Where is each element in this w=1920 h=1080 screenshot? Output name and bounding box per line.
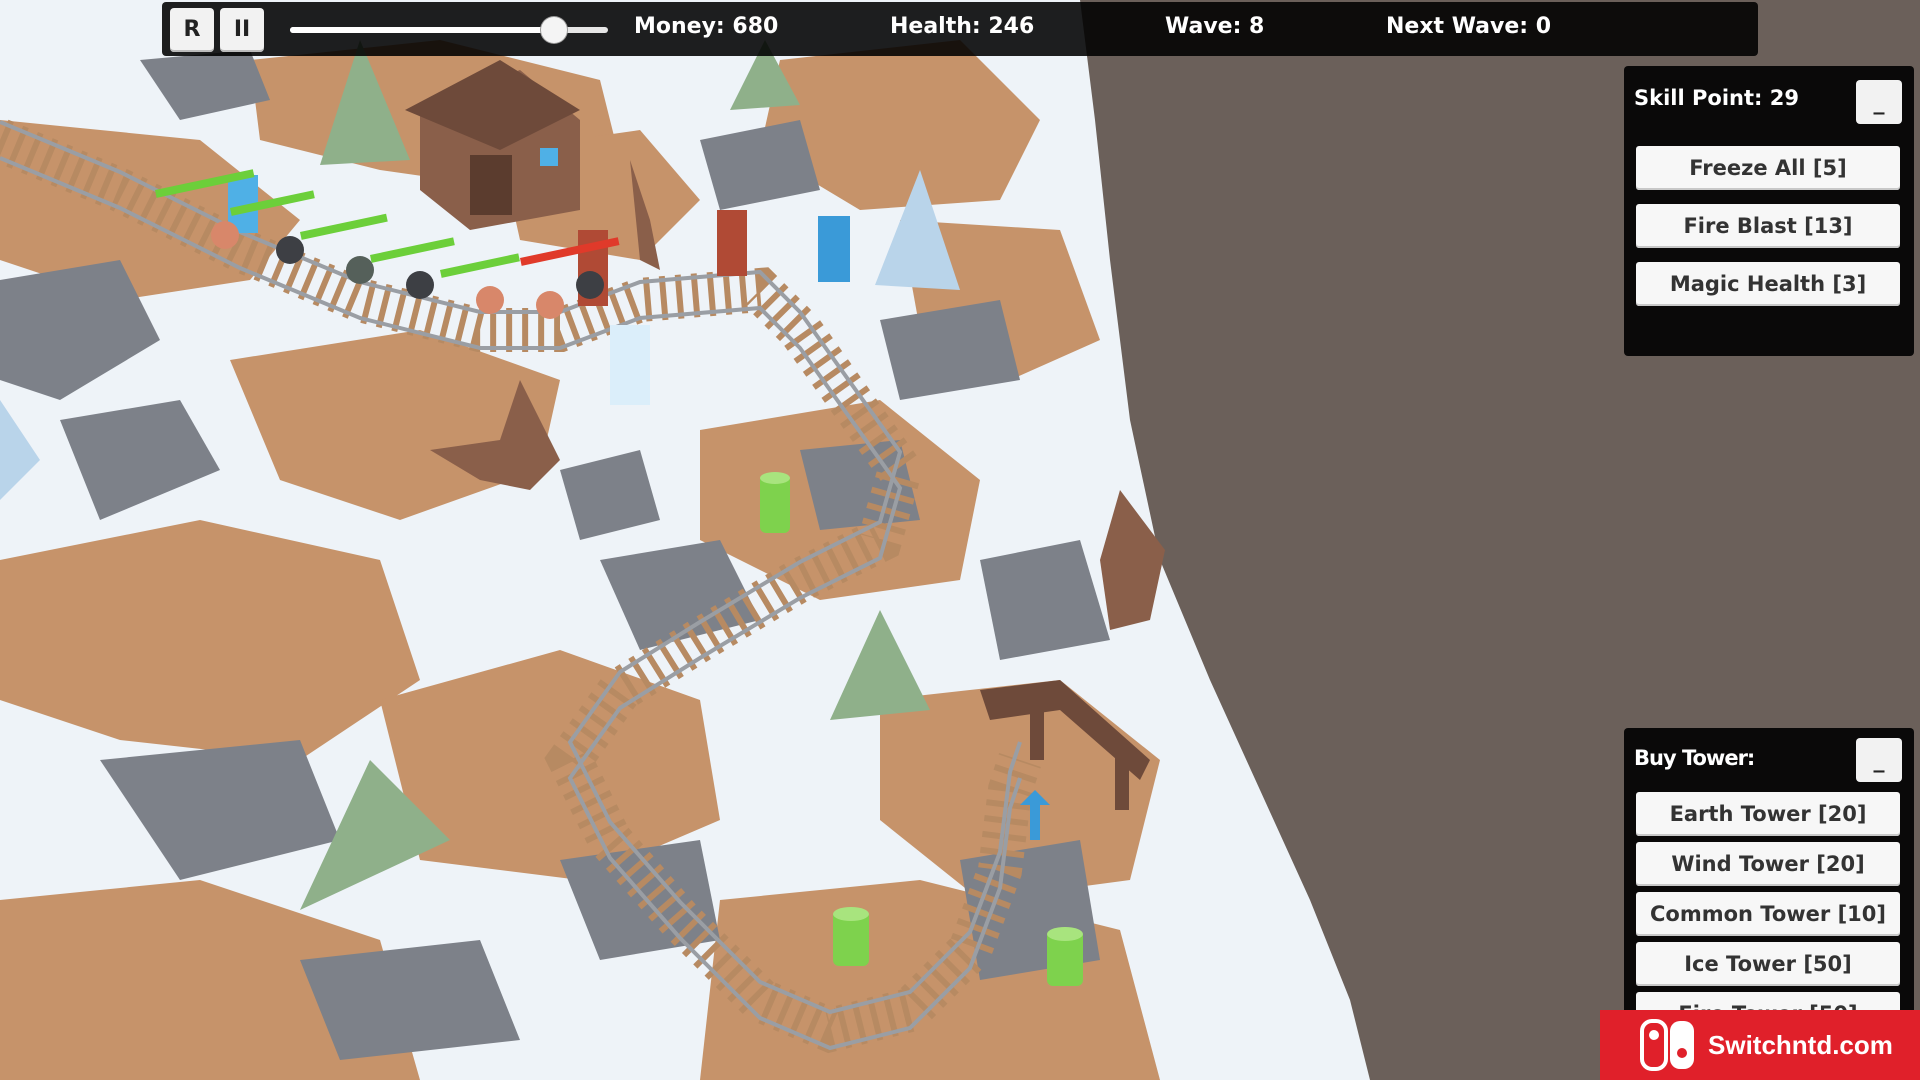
health-label: Health: 246	[890, 14, 1035, 39]
next-wave-label: Next Wave: 0	[1386, 14, 1552, 39]
wind-tower[interactable]	[818, 216, 850, 282]
fire-blast-button[interactable]: Fire Blast [13]	[1636, 204, 1900, 248]
speed-slider[interactable]	[290, 17, 608, 43]
restart-button[interactable]: R	[170, 8, 214, 52]
watermark: Switchntd.com	[1600, 1010, 1920, 1080]
speed-slider-handle[interactable]	[540, 17, 567, 43]
skill-points-label: Skill Point: 29	[1634, 86, 1799, 110]
skill-panel: Skill Point: 29 _ Freeze All [5] Fire Bl…	[1624, 66, 1914, 356]
buy-panel-minimize-button[interactable]: _	[1856, 738, 1902, 782]
money-label: Money: 680	[634, 14, 779, 39]
skill-panel-minimize-button[interactable]: _	[1856, 80, 1902, 124]
switch-logo-icon	[1640, 1019, 1694, 1071]
earth-tower[interactable]	[1047, 927, 1083, 986]
fire-tower[interactable]	[717, 210, 747, 276]
earth-tower-button[interactable]: Earth Tower [20]	[1636, 792, 1900, 836]
common-tower-button[interactable]: Common Tower [10]	[1636, 892, 1900, 936]
speed-slider-fill	[290, 27, 554, 33]
pause-button[interactable]: II	[220, 8, 264, 52]
freeze-all-button[interactable]: Freeze All [5]	[1636, 146, 1900, 190]
wind-tower-button[interactable]: Wind Tower [20]	[1636, 842, 1900, 886]
earth-tower[interactable]	[760, 472, 790, 533]
magic-health-button[interactable]: Magic Health [3]	[1636, 262, 1900, 306]
ice-tower-button[interactable]: Ice Tower [50]	[1636, 942, 1900, 986]
buy-tower-title: Buy Tower:	[1634, 746, 1755, 770]
top-hud: R II Money: 680 Health: 246 Wave: 8 Next…	[162, 2, 1758, 56]
earth-tower[interactable]	[833, 907, 869, 966]
ice-tower[interactable]	[610, 325, 650, 405]
watermark-text: Switchntd.com	[1708, 1029, 1893, 1060]
wave-label: Wave: 8	[1165, 14, 1265, 39]
